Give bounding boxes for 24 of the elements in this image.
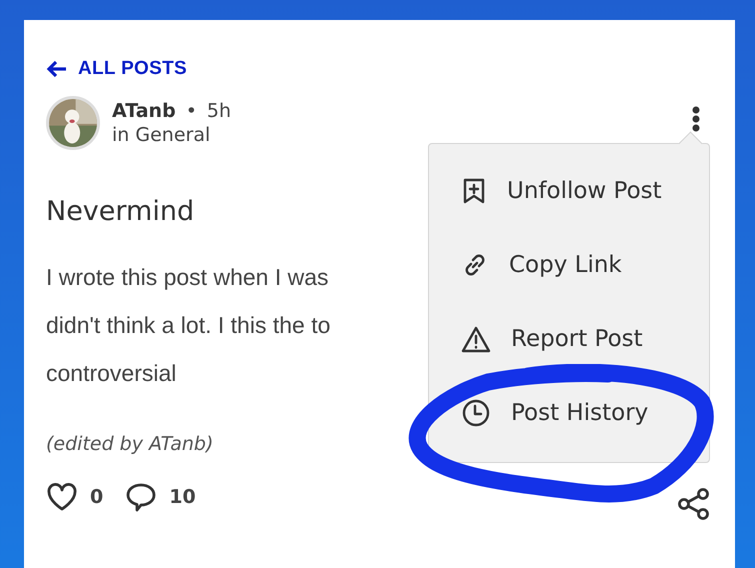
post-body-line: I wrote this post when I was bbox=[46, 263, 329, 292]
post-body-line: controversial bbox=[46, 359, 176, 388]
more-options-icon[interactable] bbox=[691, 106, 701, 132]
like-count: 0 bbox=[90, 486, 104, 508]
post-title: Nevermind bbox=[46, 196, 196, 227]
back-arrow-icon bbox=[46, 60, 68, 78]
separator-dot: • bbox=[186, 100, 197, 122]
bookmark-plus-icon bbox=[461, 177, 487, 205]
author-name[interactable]: ATanb bbox=[112, 100, 176, 122]
menu-item[interactable]: Post History bbox=[461, 394, 648, 432]
post-age: 5h bbox=[206, 100, 232, 122]
comment-count: 10 bbox=[169, 486, 196, 508]
menu-item[interactable]: Unfollow Post bbox=[461, 172, 662, 210]
share-icon[interactable] bbox=[677, 487, 711, 521]
warning-icon bbox=[461, 325, 491, 353]
menu-item[interactable]: Report Post bbox=[461, 320, 643, 358]
all-posts-link[interactable]: ALL POSTS bbox=[46, 58, 187, 80]
post-body-line: didn't think a lot. I this the to bbox=[46, 311, 330, 340]
post-category: in General bbox=[112, 124, 212, 146]
comment-icon[interactable] bbox=[125, 481, 158, 513]
menu-item[interactable]: Copy Link bbox=[461, 246, 622, 284]
clock-icon bbox=[461, 398, 491, 428]
heart-icon[interactable] bbox=[46, 482, 78, 512]
edited-note: (edited by ATanb) bbox=[46, 433, 214, 455]
